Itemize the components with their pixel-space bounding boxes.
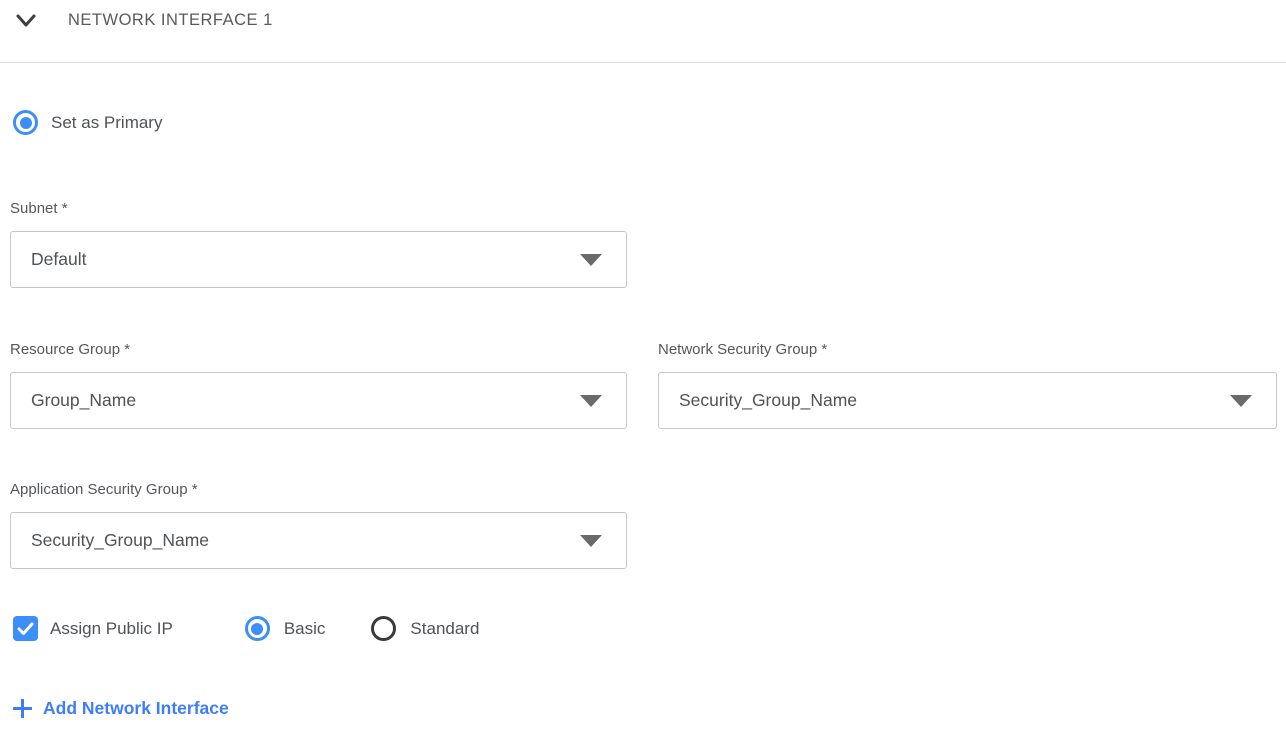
plus-icon: [13, 699, 32, 718]
assign-public-ip-checkbox[interactable]: [13, 616, 38, 641]
basic-radio[interactable]: [245, 616, 270, 641]
set-as-primary-radio[interactable]: [13, 110, 38, 135]
resource-group-value: Group_Name: [31, 390, 136, 411]
section-title[interactable]: NETWORK INTERFACE 1: [68, 11, 273, 30]
add-network-interface-link[interactable]: Add Network Interface: [13, 698, 229, 719]
resource-group-select[interactable]: Group_Name: [10, 372, 627, 429]
resource-group-label: Resource Group *: [10, 340, 627, 359]
network-security-group-value: Security_Group_Name: [679, 390, 857, 411]
application-security-group-select[interactable]: Security_Group_Name: [10, 512, 627, 569]
network-security-group-label: Network Security Group *: [658, 340, 1277, 359]
add-network-interface-label: Add Network Interface: [43, 698, 229, 719]
standard-label: Standard: [410, 619, 479, 639]
subnet-value: Default: [31, 249, 86, 270]
network-security-group-select[interactable]: Security_Group_Name: [658, 372, 1277, 429]
subnet-select[interactable]: Default: [10, 231, 627, 288]
caret-down-icon: [1230, 395, 1252, 407]
application-security-group-label: Application Security Group *: [10, 480, 627, 499]
standard-radio[interactable]: [371, 616, 396, 641]
header-divider: [0, 62, 1286, 63]
set-as-primary-option: Set as Primary: [13, 110, 162, 135]
caret-down-icon: [580, 395, 602, 407]
chevron-down-icon[interactable]: [16, 13, 36, 29]
caret-down-icon: [580, 254, 602, 266]
set-as-primary-label: Set as Primary: [51, 113, 162, 133]
network-interface-form: NETWORK INTERFACE 1 Set as Primary Subne…: [0, 0, 1286, 752]
assign-public-ip-label: Assign Public IP: [50, 619, 173, 639]
caret-down-icon: [580, 535, 602, 547]
application-security-group-value: Security_Group_Name: [31, 530, 209, 551]
section-header: NETWORK INTERFACE 1: [0, 0, 1286, 62]
subnet-field: Subnet * Default: [10, 199, 627, 288]
network-security-group-field: Network Security Group * Security_Group_…: [658, 340, 1277, 429]
resource-group-field: Resource Group * Group_Name: [10, 340, 627, 429]
public-ip-row: Assign Public IP Basic Standard: [13, 616, 479, 641]
subnet-label: Subnet *: [10, 199, 627, 218]
application-security-group-field: Application Security Group * Security_Gr…: [10, 480, 627, 569]
basic-label: Basic: [284, 619, 326, 639]
